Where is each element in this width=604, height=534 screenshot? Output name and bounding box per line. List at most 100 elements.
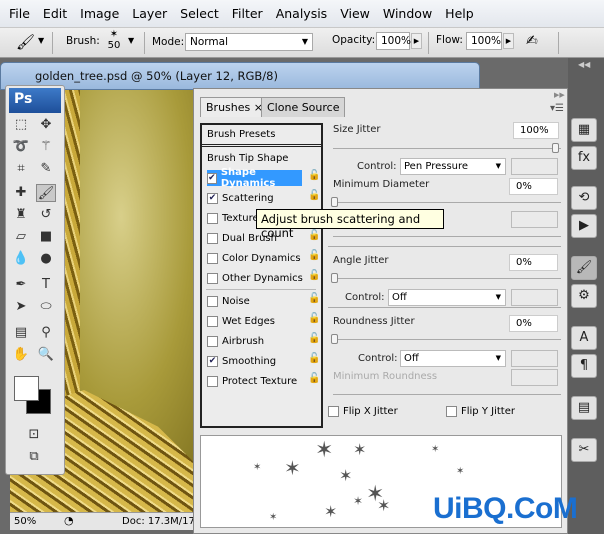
list-item-wet-edges[interactable]: Wet Edges xyxy=(207,313,275,329)
airbrush-icon[interactable]: ✍ xyxy=(526,33,538,49)
marquee-tool-icon[interactable]: ⬚ xyxy=(11,116,31,134)
brush-presets[interactable]: Brush Presets xyxy=(202,125,321,147)
eraser-icon[interactable]: ▱ xyxy=(11,228,31,246)
pen-tool-icon[interactable]: ✒ xyxy=(11,276,31,294)
notes-tool-icon[interactable]: ▤ xyxy=(11,324,31,342)
collapse-icon[interactable]: ▶▶ xyxy=(554,91,565,99)
eyedropper-icon[interactable]: ✎ xyxy=(36,160,56,178)
mode-select[interactable]: Normal ▼ xyxy=(185,33,313,51)
list-item-scattering[interactable]: ✔ Scattering xyxy=(207,190,274,206)
brush-tool-preset-icon[interactable]: 🖌 xyxy=(16,33,35,51)
flip-y-jitter[interactable]: Flip Y Jitter xyxy=(446,403,515,419)
chevron-down-icon[interactable]: ▼ xyxy=(38,36,44,45)
flow-slider-arrow-icon[interactable]: ▶ xyxy=(503,33,514,49)
list-item-color-dynamics[interactable]: Color Dynamics xyxy=(207,250,301,266)
chevron-down-icon[interactable]: ▼ xyxy=(128,36,134,45)
shape-tool-icon[interactable]: ⬭ xyxy=(36,298,56,316)
checkbox[interactable] xyxy=(207,315,218,327)
screen-mode-icon[interactable]: ⧉ xyxy=(24,448,44,466)
lock-icon[interactable]: 🔓 xyxy=(308,190,320,201)
slider-knob[interactable] xyxy=(331,273,338,283)
slider-knob[interactable] xyxy=(331,334,338,344)
min-diameter-slider[interactable] xyxy=(331,197,561,207)
brush-tip-shape[interactable]: Brush Tip Shape xyxy=(207,150,288,166)
flow-input[interactable]: 100% xyxy=(466,32,502,50)
checkbox[interactable]: ✔ xyxy=(207,172,217,184)
list-item-other-dynamics[interactable]: Other Dynamics xyxy=(207,270,303,286)
list-item-airbrush[interactable]: Airbrush xyxy=(207,333,264,349)
roundness-jitter-input[interactable]: 0% xyxy=(509,315,558,332)
collapse-dock-icon[interactable]: ◀◀ xyxy=(578,60,590,69)
quick-mask-icon[interactable]: ⊡ xyxy=(24,426,44,444)
checkbox[interactable]: ✔ xyxy=(207,192,218,204)
menu-filter[interactable]: Filter xyxy=(232,6,263,21)
styles-icon[interactable]: fx xyxy=(571,146,597,170)
list-item-noise[interactable]: Noise xyxy=(207,293,250,309)
lock-icon[interactable]: 🔓 xyxy=(308,170,320,181)
flip-x-jitter[interactable]: Flip X Jitter xyxy=(328,403,398,419)
min-diameter-input[interactable]: 0% xyxy=(509,178,558,195)
menu-layer[interactable]: Layer xyxy=(132,6,167,21)
lock-icon[interactable]: 🔓 xyxy=(308,353,320,364)
roundness-control-select[interactable]: Off xyxy=(400,350,506,367)
actions-icon[interactable]: ▶ xyxy=(571,214,597,238)
hand-tool-icon[interactable]: ✋ xyxy=(11,346,31,364)
document-title-bar[interactable]: golden_tree.psd @ 50% (Layer 12, RGB/8) xyxy=(0,62,480,90)
eyedropper-tool-icon[interactable]: ⚲ xyxy=(36,324,56,342)
slider-knob[interactable] xyxy=(552,143,559,153)
crop-tool-icon[interactable]: ⌗ xyxy=(11,160,31,178)
gradient-icon[interactable]: ■ xyxy=(36,228,56,246)
zoom-level[interactable]: 50% xyxy=(14,516,36,527)
type-tool-icon[interactable]: T xyxy=(36,276,56,294)
size-control-select[interactable]: Pen Pressure xyxy=(400,158,506,175)
checkbox[interactable] xyxy=(207,375,218,387)
menu-image[interactable]: Image xyxy=(80,6,119,21)
angle-jitter-slider[interactable] xyxy=(331,273,561,283)
checkbox[interactable] xyxy=(207,252,218,264)
menu-analysis[interactable]: Analysis xyxy=(276,6,328,21)
lock-icon[interactable]: 🔓 xyxy=(308,230,320,241)
list-item-texture[interactable]: Texture xyxy=(207,210,259,226)
history-brush-icon[interactable]: ↺ xyxy=(36,206,56,224)
tab-brushes[interactable]: Brushes × xyxy=(200,97,269,117)
slider-knob[interactable] xyxy=(331,197,338,207)
layer-comps-icon[interactable]: ▤ xyxy=(571,396,597,420)
size-jitter-input[interactable]: 100% xyxy=(513,122,559,139)
lock-icon[interactable]: 🔓 xyxy=(308,333,320,344)
menu-view[interactable]: View xyxy=(340,6,370,21)
angle-control-select[interactable]: Off xyxy=(388,289,506,306)
brush-tool-icon[interactable]: 🖌 xyxy=(36,184,56,202)
size-jitter-slider[interactable] xyxy=(333,143,561,153)
menu-file[interactable]: File xyxy=(9,6,30,21)
tool-presets-icon[interactable]: ✂ xyxy=(571,438,597,462)
blur-tool-icon[interactable]: 💧 xyxy=(11,250,31,268)
checkbox[interactable] xyxy=(207,232,218,244)
brushes-panel-icon[interactable]: 🖌 xyxy=(571,256,597,280)
checkbox[interactable] xyxy=(207,295,218,307)
lock-icon[interactable]: 🔓 xyxy=(308,293,320,304)
move-tool-icon[interactable]: ✥ xyxy=(36,116,56,134)
paragraph-icon[interactable]: ¶ xyxy=(571,354,597,378)
lock-icon[interactable]: 🔓 xyxy=(308,270,320,281)
menu-edit[interactable]: Edit xyxy=(43,6,67,21)
lock-icon[interactable]: 🔓 xyxy=(308,250,320,261)
tab-clone-source[interactable]: Clone Source xyxy=(261,97,346,117)
clone-stamp-icon[interactable]: ♜ xyxy=(11,206,31,224)
lock-icon[interactable]: 🔓 xyxy=(308,313,320,324)
zoom-tool-icon[interactable]: 🔍 xyxy=(36,346,56,364)
path-selection-icon[interactable]: ➤ xyxy=(11,298,31,316)
menu-select[interactable]: Select xyxy=(180,6,219,21)
checkbox[interactable] xyxy=(207,212,218,224)
lock-icon[interactable]: 🔓 xyxy=(308,373,320,384)
swatches-icon[interactable]: ▦ xyxy=(571,118,597,142)
lasso-tool-icon[interactable]: ➰ xyxy=(11,138,31,156)
menu-window[interactable]: Window xyxy=(383,6,432,21)
status-menu-icon[interactable]: ◔ xyxy=(64,514,74,527)
checkbox[interactable]: ✔ xyxy=(207,355,218,367)
history-icon[interactable]: ⟲ xyxy=(571,186,597,210)
roundness-jitter-slider[interactable] xyxy=(331,334,561,344)
angle-jitter-input[interactable]: 0% xyxy=(509,254,558,271)
list-item-protect-texture[interactable]: Protect Texture xyxy=(207,373,297,389)
brush-picker[interactable]: ✶ 50 xyxy=(106,29,122,51)
foreground-color-swatch[interactable] xyxy=(14,376,39,401)
